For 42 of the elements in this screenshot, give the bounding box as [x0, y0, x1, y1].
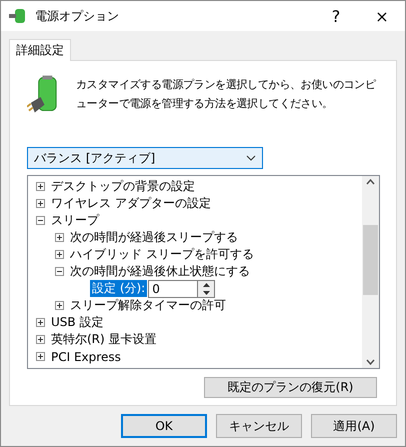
scrollbar-thumb[interactable] [363, 225, 378, 295]
minutes-field[interactable]: 0 [148, 280, 198, 298]
description-text: カスタマイズする電源プランを選択してから、お使いのコンピューターで電源を管理する方法を選択してください。 [76, 77, 377, 112]
expand-icon[interactable] [55, 233, 64, 242]
collapse-icon[interactable] [55, 267, 64, 276]
tree-item[interactable]: 次の時間が経過後スリープする [70, 229, 238, 246]
expand-icon[interactable] [36, 318, 45, 327]
tree-item[interactable]: スリープ [51, 212, 99, 229]
up-arrow-icon [202, 282, 210, 286]
down-arrow-icon [202, 290, 210, 294]
restore-defaults-button[interactable]: 既定のプランの復元(R) [204, 377, 377, 398]
expand-icon[interactable] [36, 335, 45, 344]
help-button[interactable]: ? [313, 1, 359, 31]
chevron-down-icon [246, 155, 256, 161]
window-title: 電源オプション [35, 8, 120, 24]
tree-item[interactable]: ワイヤレス アダプターの設定 [51, 195, 211, 212]
plan-dropdown[interactable]: バランス [アクティブ] [27, 147, 263, 169]
spin-up-button[interactable] [198, 280, 214, 288]
close-button[interactable]: × [359, 1, 405, 31]
expand-icon[interactable] [36, 352, 45, 361]
expand-icon[interactable] [55, 250, 64, 259]
battery-plug-icon [9, 7, 27, 25]
chevron-up-icon[interactable] [366, 179, 375, 185]
tree-item[interactable]: ハイブリッド スリープを許可する [70, 246, 254, 263]
tree-item[interactable]: 英特尔(R) 显卡设置 [51, 331, 157, 348]
expand-icon[interactable] [36, 182, 45, 191]
collapse-icon[interactable] [36, 216, 45, 225]
expand-icon[interactable] [36, 199, 45, 208]
spin-buttons[interactable] [198, 280, 216, 298]
tree-item[interactable]: スリープ解除タイマーの許可 [70, 297, 226, 314]
scrollbar[interactable] [362, 176, 379, 368]
dialog-button[interactable]: OK [121, 414, 207, 438]
tree-item[interactable]: デスクトップの背景の設定 [51, 178, 195, 195]
chevron-down-icon[interactable] [366, 359, 375, 365]
dialog-button[interactable]: キャンセル [216, 414, 302, 438]
dialog-button[interactable]: 適用(A) [311, 414, 397, 438]
tree-item[interactable]: PCI Express [51, 350, 121, 364]
tree-item[interactable]: 次の時間が経過後休止状態にする [70, 263, 250, 280]
tree-item[interactable]: USB 設定 [51, 314, 104, 331]
setting-label[interactable]: 設定 (分): [90, 280, 148, 297]
tab[interactable]: 詳細設定 [9, 39, 71, 61]
expand-icon[interactable] [55, 301, 64, 310]
